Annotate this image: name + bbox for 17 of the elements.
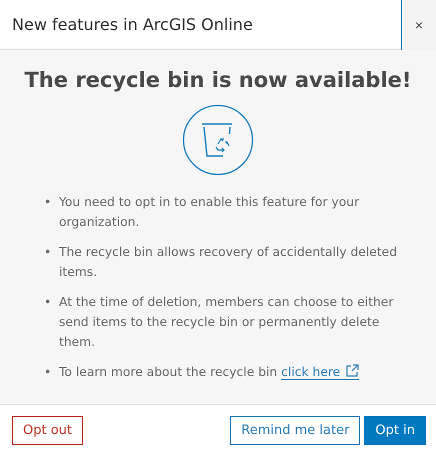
action-button[interactable]: Remind me later [230,416,360,444]
recycle-bin-icon [182,104,254,176]
click-here-link[interactable]: click here [281,365,360,380]
bullet-marker: • [44,194,52,211]
external-link-icon [346,364,360,377]
bullet-marker: • [44,244,52,261]
bullet-text: To learn more about the recycle bin [59,365,278,379]
bullet-text: You need to opt in to enable this feature for your organization. [59,195,360,229]
bullet-marker: • [44,364,52,381]
bullet-marker: • [44,294,52,311]
action-button[interactable]: Opt in [364,416,426,444]
dialog-title: New features in ArcGIS Online [11,15,253,34]
bullet-text: At the time of deletion, members can choose to either send items to the recycle bin or permanently delete them. [59,295,394,349]
close-button[interactable]: × [401,0,436,50]
heading: The recycle bin is now available! [24,68,412,92]
bullet-text: The recycle bin allows recovery of accidentally deleted items. [59,245,398,279]
action-button[interactable]: Opt out [12,416,84,444]
